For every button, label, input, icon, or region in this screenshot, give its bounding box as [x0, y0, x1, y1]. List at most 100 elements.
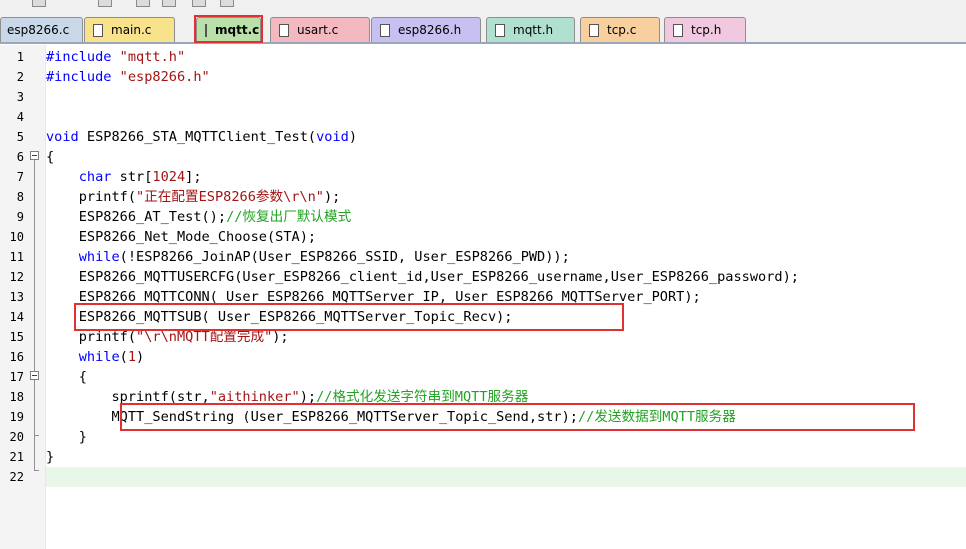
toolbar-icon[interactable]: [220, 0, 234, 7]
line-number: 8: [16, 190, 24, 204]
code-line[interactable]: 2 #include "esp8266.h": [0, 67, 966, 87]
tab-esp8266-c[interactable]: esp8266.c: [0, 17, 83, 42]
code-token: "aithinker": [209, 389, 300, 405]
line-number: 2: [16, 70, 24, 84]
code-line[interactable]: 13 ESP8266_MQTTCONN( User_ESP8266_MQTTSe…: [0, 287, 966, 307]
toolbar-icon[interactable]: [162, 0, 176, 7]
code-token: {: [46, 149, 55, 165]
code-token: ): [136, 349, 145, 365]
code-token: #include: [46, 69, 120, 85]
line-number: 12: [9, 270, 24, 284]
toolbar: [0, 0, 966, 14]
code-line[interactable]: 11 while(!ESP8266_JoinAP(User_ESP8266_SS…: [0, 247, 966, 267]
tab-mqtt-c[interactable]: mqtt.c: [196, 17, 261, 42]
code-line[interactable]: 10 ESP8266_Net_Mode_Choose(STA);: [0, 227, 966, 247]
code-token: {: [46, 369, 87, 385]
code-editor[interactable]: 1 #include "mqtt.h" 2 #include "esp8266.h" 3…: [0, 45, 966, 549]
line-number: 22: [9, 470, 24, 484]
toolbar-icon[interactable]: [98, 0, 112, 7]
line-number: 1: [16, 50, 24, 64]
document-icon: [279, 23, 289, 37]
code-line[interactable]: 8 printf("正在配置ESP8266参数\r\n");: [0, 187, 966, 207]
code-token: );: [324, 189, 341, 205]
code-text: char str[1024];: [46, 167, 966, 187]
line-number: 11: [9, 250, 24, 264]
line-number: 4: [16, 110, 24, 124]
tab-tcp-h[interactable]: tcp.h: [664, 17, 746, 42]
code-line[interactable]: 15 printf("\r\nMQTT配置完成");: [0, 327, 966, 347]
code-token: }: [46, 449, 55, 465]
code-text: ESP8266_MQTTCONN( User_ESP8266_MQTTServe…: [46, 287, 966, 307]
code-line[interactable]: 1 #include "mqtt.h": [0, 47, 966, 67]
code-line[interactable]: 19 MQTT_SendString (User_ESP8266_MQTTSer…: [0, 407, 966, 427]
code-token: ESP8266_MQTTSUB( User_ESP8266_MQTTServer…: [46, 309, 513, 325]
code-token: );: [272, 329, 289, 345]
tab-label: tcp.c: [607, 23, 637, 37]
line-number: 16: [9, 350, 24, 364]
toolbar-icon[interactable]: [32, 0, 46, 7]
tab-usart-c[interactable]: usart.c: [270, 17, 370, 42]
fold-toggle-icon[interactable]: [30, 151, 39, 160]
code-text: {: [46, 147, 966, 167]
line-number: 7: [16, 170, 24, 184]
code-token: ): [348, 129, 358, 145]
line-number: 15: [9, 330, 24, 344]
line-number: 21: [9, 450, 24, 464]
code-text: #include "mqtt.h": [46, 47, 966, 67]
toolbar-icon[interactable]: [136, 0, 150, 7]
code-line[interactable]: 12 ESP8266_MQTTUSERCFG(User_ESP8266_clie…: [0, 267, 966, 287]
code-line[interactable]: 22: [0, 467, 966, 487]
code-text: }: [46, 427, 966, 447]
code-line[interactable]: 14 ESP8266_MQTTSUB( User_ESP8266_MQTTSer…: [0, 307, 966, 327]
code-token: //发送数据到MQTT服务器: [577, 409, 736, 425]
tab-mqtt-h[interactable]: mqtt.h: [486, 17, 575, 42]
code-text: ESP8266_Net_Mode_Choose(STA);: [46, 227, 966, 247]
code-token: 1024: [152, 169, 186, 185]
code-text: {: [46, 367, 966, 387]
code-token: //恢复出厂默认模式: [226, 209, 352, 225]
code-token: MQTT_SendString (User_ESP8266_MQTTServer…: [46, 409, 578, 425]
fold-toggle-icon[interactable]: [30, 371, 39, 380]
code-line[interactable]: 5 void ESP8266_STA_MQTTClient_Test(void): [0, 127, 966, 147]
line-number: 19: [9, 410, 24, 424]
toolbar-icon[interactable]: [192, 0, 206, 7]
code-token: printf(: [46, 329, 137, 345]
code-token: ESP8266_AT_Test();: [46, 209, 227, 225]
code-token: ESP8266_MQTTCONN( User_ESP8266_MQTTServe…: [46, 289, 701, 305]
code-token: "mqtt.h": [119, 49, 186, 65]
tab-esp8266-h[interactable]: esp8266.h: [371, 17, 481, 42]
code-line[interactable]: 3: [0, 87, 966, 107]
fold-end-marker: [34, 470, 39, 471]
code-line[interactable]: 20 }: [0, 427, 966, 447]
code-token: (!ESP8266_JoinAP(User_ESP8266_SSID, User…: [119, 249, 570, 265]
code-line[interactable]: 21}: [0, 447, 966, 467]
code-token: while: [78, 349, 120, 365]
document-icon: [93, 23, 103, 37]
code-line[interactable]: 17 {: [0, 367, 966, 387]
code-line[interactable]: 6{: [0, 147, 966, 167]
tab-label: mqtt.c: [215, 23, 260, 37]
tab-main-c[interactable]: main.c: [84, 17, 175, 42]
code-line[interactable]: 16 while(1): [0, 347, 966, 367]
line-number: 18: [9, 390, 24, 404]
tab-tcp-c[interactable]: tcp.c: [580, 17, 660, 42]
code-line[interactable]: 18 sprintf(str,"aithinker");//格式化发送字符串到M…: [0, 387, 966, 407]
code-token: void: [316, 129, 349, 145]
code-line[interactable]: 7 char str[1024];: [0, 167, 966, 187]
code-line[interactable]: 9 ESP8266_AT_Test();//恢复出厂默认模式: [0, 207, 966, 227]
code-token: #include: [46, 49, 120, 65]
code-text: while(1): [46, 347, 966, 367]
tab-label: tcp.h: [691, 23, 722, 37]
document-icon: [205, 23, 207, 37]
file-tab-bar: esp8266.c main.c mqtt.c usart.c esp8266.…: [0, 14, 966, 44]
code-text: ESP8266_MQTTUSERCFG(User_ESP8266_client_…: [46, 267, 966, 287]
code-line[interactable]: 4: [0, 107, 966, 127]
code-token: "正在配置ESP8266参数\r\n": [136, 189, 324, 205]
code-token: ESP8266_MQTTUSERCFG(User_ESP8266_client_…: [46, 269, 799, 285]
document-icon: [380, 23, 390, 37]
code-token: 1: [127, 349, 137, 365]
code-token: ESP8266_STA_MQTTClient_Test(: [78, 129, 317, 145]
line-number: 13: [9, 290, 24, 304]
